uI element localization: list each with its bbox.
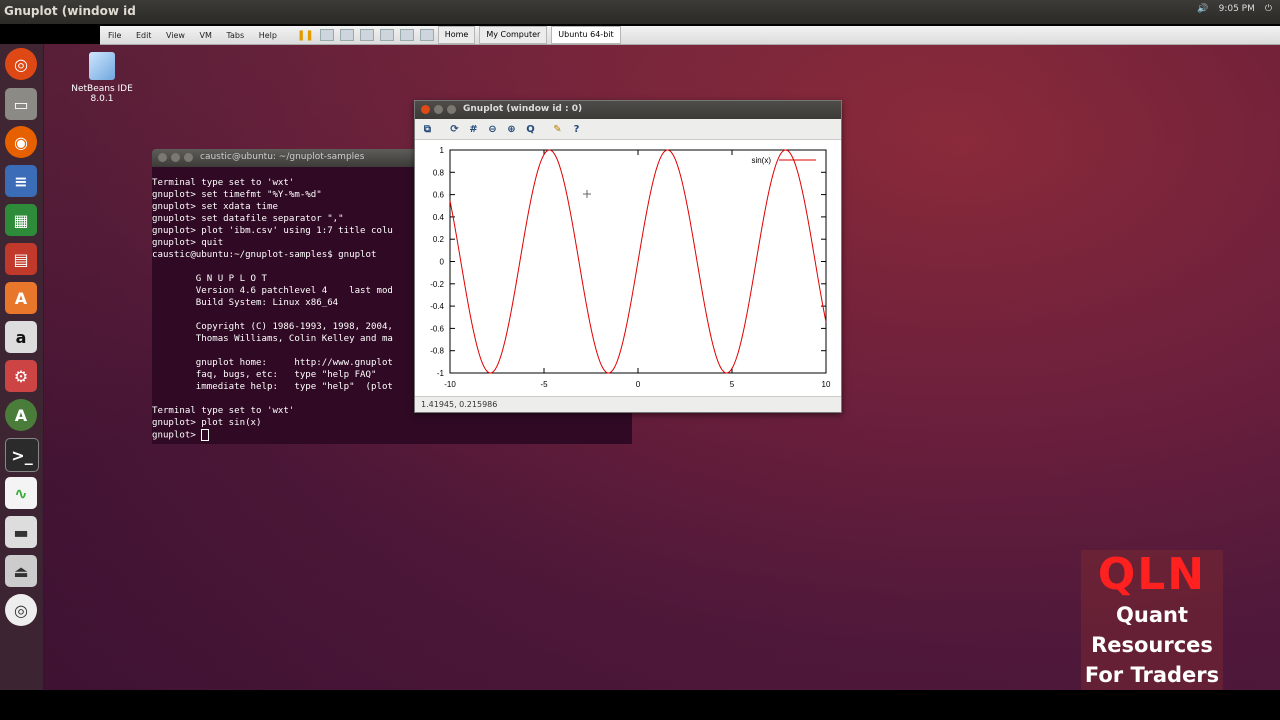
zoom-next-icon[interactable]: ⊕ — [505, 123, 518, 136]
y-tick-label: 0.8 — [433, 168, 445, 177]
series-line-sin — [449, 149, 827, 374]
grid-icon[interactable]: # — [467, 123, 480, 136]
legend-label: sin(x) — [751, 156, 771, 165]
files-icon[interactable]: ▭ — [5, 88, 37, 120]
toolbar-icon[interactable] — [359, 29, 374, 41]
minimize-icon[interactable] — [434, 105, 443, 114]
toolbar-icon[interactable] — [419, 29, 434, 41]
x-tick-label: -5 — [540, 380, 548, 389]
cursor — [201, 429, 210, 441]
maximize-icon[interactable] — [184, 153, 193, 162]
y-tick-label: -0.8 — [430, 347, 444, 356]
menu-view[interactable]: View — [166, 31, 185, 40]
impress-icon[interactable]: ▤ — [5, 243, 37, 275]
y-tick-label: -1 — [437, 369, 445, 378]
volume-icon[interactable]: 🔊 — [1197, 4, 1208, 14]
x-tick-label: 0 — [636, 380, 641, 389]
crosshair-cursor-icon — [583, 190, 591, 198]
settings-icon[interactable]: ⚙ — [5, 360, 37, 392]
vmware-menu: File Edit View VM Tabs Help — [108, 31, 289, 40]
close-icon[interactable] — [421, 105, 430, 114]
gnuplot-window[interactable]: Gnuplot (window id : 0) ⧉ ⟳ # ⊖ ⊕ Q ✎ ? … — [414, 100, 842, 413]
gnuplot-toolbar: ⧉ ⟳ # ⊖ ⊕ Q ✎ ? — [415, 119, 841, 140]
menu-file[interactable]: File — [108, 31, 121, 40]
close-icon[interactable] — [158, 153, 167, 162]
menu-edit[interactable]: Edit — [136, 31, 152, 40]
vmware-toolbar: File Edit View VM Tabs Help ❚❚ Home My C… — [100, 26, 1280, 45]
y-tick-label: -0.2 — [430, 280, 444, 289]
netbeans-desktop-icon[interactable]: NetBeans IDE 8.0.1 — [60, 52, 144, 104]
gnuplot-title: Gnuplot (window id : 0) — [463, 104, 583, 114]
active-app-title: Gnuplot (window id — [4, 4, 136, 18]
config-icon[interactable]: ✎ — [551, 123, 564, 136]
replot-icon[interactable]: ⟳ — [448, 123, 461, 136]
updater-icon[interactable]: A — [5, 399, 37, 431]
desktop-icon-label: NetBeans IDE 8.0.1 — [71, 84, 133, 104]
toolbar-icon[interactable] — [319, 29, 334, 41]
watermark-line2: Resources — [1091, 633, 1213, 657]
disk-icon[interactable]: ▬ — [5, 516, 37, 548]
y-tick-label: -0.4 — [430, 302, 444, 311]
watermark-line1: Quant — [1116, 603, 1188, 627]
x-tick-label: -10 — [444, 380, 456, 389]
netbeans-icon — [89, 52, 115, 80]
minimize-icon[interactable] — [171, 153, 180, 162]
terminal-icon[interactable]: >_ — [5, 438, 39, 472]
help-icon[interactable]: ? — [570, 123, 583, 136]
toolbar-icon[interactable] — [399, 29, 414, 41]
maximize-icon[interactable] — [447, 105, 456, 114]
launcher: ◎ ▭ ◉ ≡ ▦ ▤ A a ⚙ A >_ ∿ ▬ ⏏ ◎ — [0, 44, 44, 690]
tab-ubuntu[interactable]: Ubuntu 64-bit — [551, 26, 621, 44]
tab-home[interactable]: Home — [437, 26, 476, 44]
terminal-line: gnuplot> plot sin(x) — [152, 418, 262, 428]
power-icon[interactable]: ⏻ — [1265, 4, 1272, 14]
gnuplot-titlebar[interactable]: Gnuplot (window id : 0) — [415, 101, 841, 119]
y-tick-label: 0 — [440, 258, 445, 267]
software-center-icon[interactable]: A — [5, 282, 37, 314]
y-tick-label: 0.2 — [433, 235, 445, 244]
watermark-logo-text: QLN — [1097, 549, 1207, 600]
autoscale-icon[interactable]: Q — [524, 123, 537, 136]
clock[interactable]: 9:05 PM — [1219, 4, 1255, 14]
zoom-prev-icon[interactable]: ⊖ — [486, 123, 499, 136]
calc-icon[interactable]: ▦ — [5, 204, 37, 236]
y-tick-label: 1 — [440, 146, 445, 155]
copy-clipboard-icon[interactable]: ⧉ — [421, 123, 434, 136]
writer-icon[interactable]: ≡ — [5, 165, 37, 197]
letterbox-bar — [0, 690, 1280, 720]
menu-tabs[interactable]: Tabs — [226, 31, 244, 40]
gnuplot-status-bar: 1.41945, 0.215986 — [415, 396, 841, 412]
plot-area[interactable]: 1 0.8 0.6 0.4 0.2 0 -0.2 -0.4 -0.6 -0.8 -1 -10 -5 0 5 1… — [415, 141, 841, 394]
toolbar-icon[interactable] — [339, 29, 354, 41]
status-area: 🔊 9:05 PM ⏻ — [1197, 4, 1272, 14]
menu-vm[interactable]: VM — [200, 31, 212, 40]
amazon-icon[interactable]: a — [5, 321, 37, 353]
dvd-icon[interactable]: ◎ — [5, 594, 37, 626]
x-tick-label: 10 — [822, 380, 831, 389]
watermark-line3: For Traders — [1084, 663, 1220, 687]
pause-icon[interactable]: ❚❚ — [297, 30, 314, 41]
y-tick-label: 0.6 — [433, 191, 445, 200]
terminal-prompt-line[interactable]: gnuplot> — [152, 429, 632, 442]
gnuplot-icon[interactable]: ∿ — [5, 477, 37, 509]
y-tick-label: 0.4 — [433, 213, 445, 222]
x-tick-label: 5 — [730, 380, 735, 389]
drive-icon[interactable]: ⏏ — [5, 555, 37, 587]
top-panel: Gnuplot (window id 🔊 9:05 PM ⏻ — [0, 0, 1280, 24]
qln-watermark-logo: QLN Quant Resources For Traders — [1081, 550, 1223, 690]
ubuntu-dash-icon[interactable]: ◎ — [5, 48, 37, 80]
y-tick-label: -0.6 — [430, 324, 444, 333]
menu-help[interactable]: Help — [259, 31, 277, 40]
terminal-title: caustic@ubuntu: ~/gnuplot-samples — [200, 152, 365, 162]
firefox-icon[interactable]: ◉ — [5, 126, 37, 158]
tab-my-computer[interactable]: My Computer — [479, 26, 548, 44]
toolbar-icon[interactable] — [379, 29, 394, 41]
